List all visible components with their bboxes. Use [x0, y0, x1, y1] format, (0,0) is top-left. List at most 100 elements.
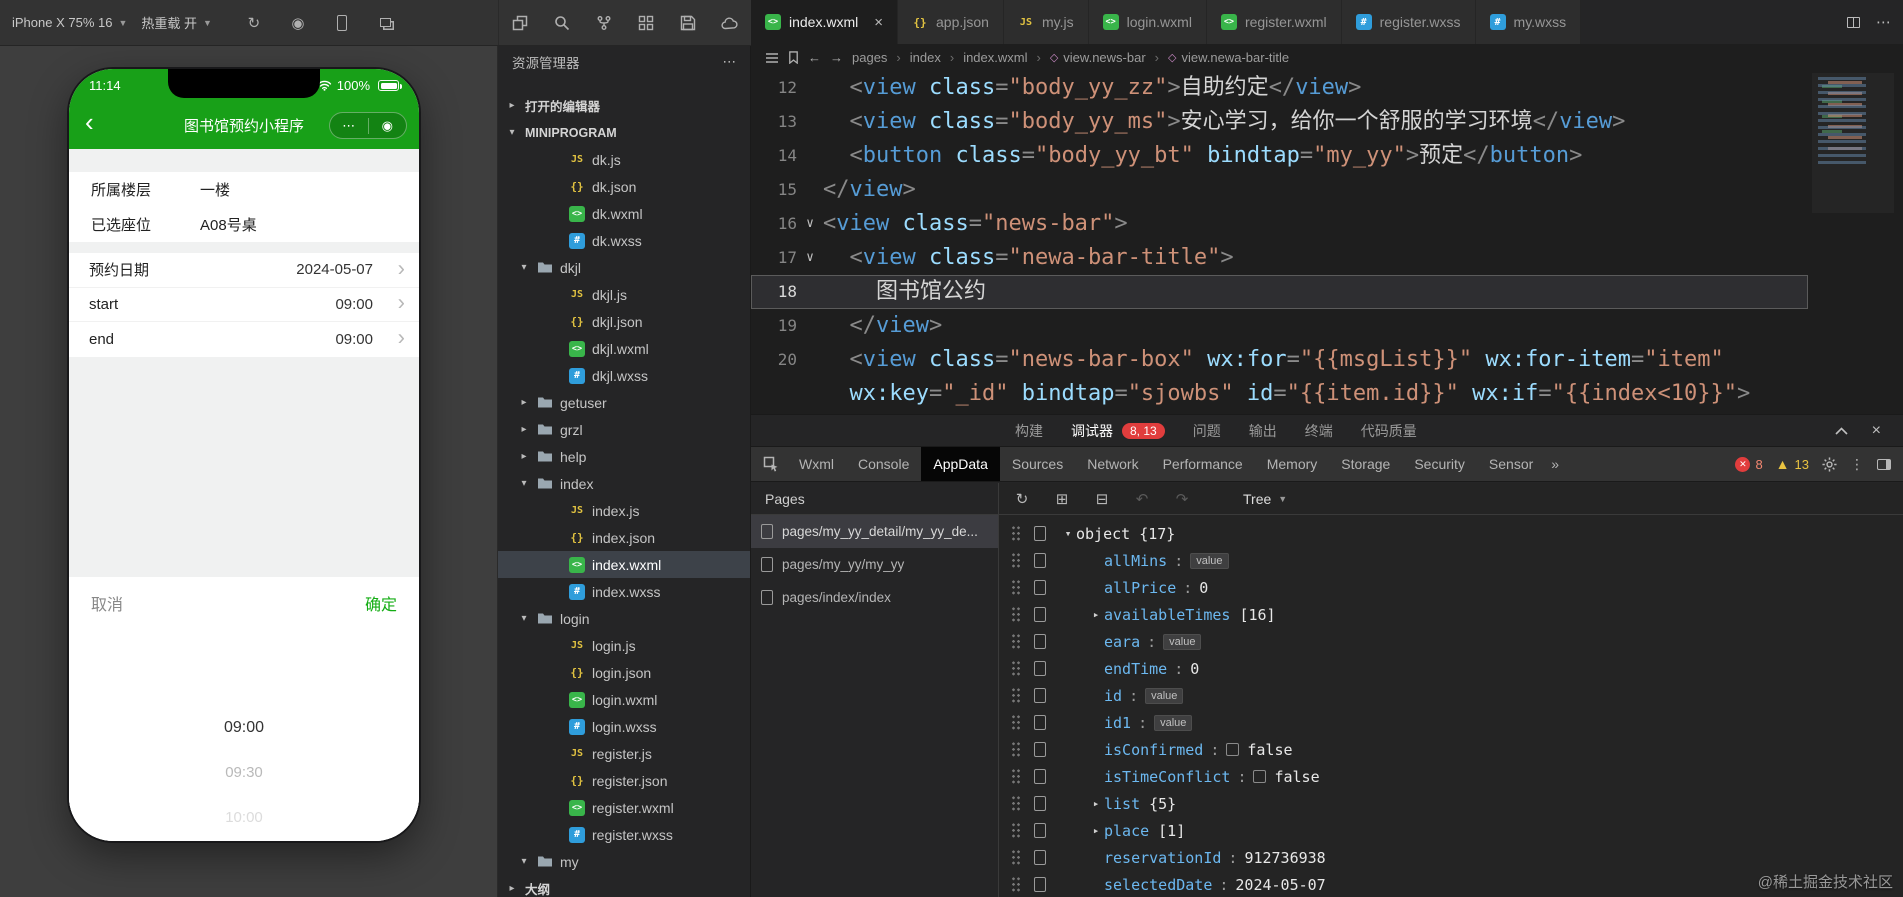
file-item-index.wxml[interactable]: <> index.wxml — [498, 551, 750, 578]
devtools-tab-Network[interactable]: Network — [1075, 447, 1150, 481]
file-item-dkjl.json[interactable]: {} dkjl.json — [498, 308, 750, 335]
breadcrumb-item-index.wxml[interactable]: index.wxml — [963, 50, 1027, 65]
branch-icon[interactable] — [594, 13, 614, 33]
devtools-tab-Memory[interactable]: Memory — [1255, 447, 1330, 481]
drag-handle-icon[interactable] — [1011, 687, 1021, 704]
undo-icon[interactable]: ↶ — [1133, 490, 1151, 508]
expand-node-icon[interactable]: ▸ — [1088, 824, 1104, 837]
folder-item-getuser[interactable]: ▸ getuser — [498, 389, 750, 416]
appdata-row-id1[interactable]: id1: value — [999, 709, 1903, 736]
page-item[interactable]: pages/my_yy/my_yy — [751, 548, 998, 581]
drag-handle-icon[interactable] — [1011, 714, 1021, 731]
more-tabs-icon[interactable]: » — [1551, 456, 1559, 472]
record-icon[interactable]: ◉ — [288, 13, 308, 33]
collapse-icon[interactable]: ▾ — [518, 613, 530, 624]
checkbox[interactable] — [1253, 770, 1267, 783]
drag-handle-icon[interactable] — [1011, 849, 1021, 866]
outline-list-icon[interactable] — [765, 52, 779, 64]
file-item-register.json[interactable]: {} register.json — [498, 767, 750, 794]
file-item-dk.wxss[interactable]: # dk.wxss — [498, 227, 750, 254]
section-MINIPROGRAM[interactable]: ▾ MINIPROGRAM — [498, 119, 750, 146]
file-item-dkjl.wxss[interactable]: # dkjl.wxss — [498, 362, 750, 389]
expand-icon[interactable]: ▸ — [518, 424, 530, 435]
expand-icon[interactable]: ▸ — [506, 100, 518, 111]
drag-handle-icon[interactable] — [1011, 822, 1021, 839]
appdata-row-endTime[interactable]: endTime:0 — [999, 655, 1903, 682]
split-editor-icon[interactable] — [1847, 16, 1860, 28]
minimize-target-icon[interactable]: ◉ — [369, 113, 407, 138]
devtools-tab-Storage[interactable]: Storage — [1329, 447, 1402, 481]
tab-login.wxml[interactable]: <> login.wxml — [1088, 0, 1207, 44]
multi-window-icon[interactable] — [376, 13, 396, 33]
tab-register.wxss[interactable]: # register.wxss — [1341, 0, 1476, 44]
breadcrumb-item-index[interactable]: index — [910, 50, 941, 65]
drag-handle-icon[interactable] — [1011, 606, 1021, 623]
folder-item-grzl[interactable]: ▸ grzl — [498, 416, 750, 443]
devtools-tab-Console[interactable]: Console — [846, 447, 921, 481]
appdata-row-reservationId[interactable]: reservationId:912736938 — [999, 844, 1903, 871]
folder-item-dkjl[interactable]: ▾ dkjl — [498, 254, 750, 281]
picker-option-09:30[interactable]: 09:30 — [69, 750, 419, 795]
warning-icon[interactable]: ▲ — [1776, 456, 1790, 472]
device-selector[interactable]: iPhone X 75% 16 ▼ — [12, 15, 127, 30]
drag-handle-icon[interactable] — [1011, 795, 1021, 812]
close-panel-icon[interactable]: × — [1872, 422, 1881, 440]
section-大纲[interactable]: ▸ 大纲 — [498, 875, 750, 897]
file-item-login.wxss[interactable]: # login.wxss — [498, 713, 750, 740]
picker-option-09:00[interactable]: 09:00 — [69, 705, 419, 750]
phone-icon[interactable] — [332, 13, 352, 33]
file-item-dk.js[interactable]: JS dk.js — [498, 146, 750, 173]
fold-icon[interactable]: ∨ — [797, 241, 823, 275]
devtools-tab-Performance[interactable]: Performance — [1151, 447, 1255, 481]
collapse-icon[interactable]: ▾ — [518, 856, 530, 867]
panel-tab-构建[interactable]: 构建 — [1015, 421, 1043, 441]
panel-tab-调试器[interactable]: 调试器 8, 13 — [1071, 421, 1165, 441]
collapse-icon[interactable]: ▾ — [506, 127, 518, 138]
appdata-row-availableTimes[interactable]: ▸ availableTimes [16] — [999, 601, 1903, 628]
code-line-13[interactable]: 13 <view class="body_yy_ms">安心学习，给你一个舒服的… — [751, 105, 1903, 139]
panel-tab-代码质量[interactable]: 代码质量 — [1361, 421, 1417, 441]
collapse-node-icon[interactable]: ▾ — [1060, 527, 1076, 540]
expand-node-icon[interactable]: ▸ — [1088, 608, 1104, 621]
drag-handle-icon[interactable] — [1011, 876, 1021, 893]
drag-handle-icon[interactable] — [1011, 525, 1021, 542]
drag-handle-icon[interactable] — [1011, 579, 1021, 596]
file-item-login.js[interactable]: JS login.js — [498, 632, 750, 659]
collapse-icon[interactable]: ▾ — [518, 478, 530, 489]
tab-index.wxml[interactable]: <> index.wxml × — [751, 0, 899, 44]
redo-icon[interactable]: ↷ — [1173, 490, 1191, 508]
dock-side-icon[interactable] — [1877, 458, 1891, 470]
code-line-12[interactable]: 12 <view class="body_yy_zz">自助约定</view> — [751, 71, 1903, 105]
tab-app.json[interactable]: {} app.json — [898, 0, 1004, 44]
back-icon[interactable]: ‹ — [85, 102, 94, 142]
explorer-more-icon[interactable]: ⋯ — [723, 54, 737, 70]
appdata-row-list[interactable]: ▸ list {5} — [999, 790, 1903, 817]
code-line-19[interactable]: 19 </view> — [751, 309, 1903, 343]
file-item-register.js[interactable]: JS register.js — [498, 740, 750, 767]
collapse-icon[interactable]: ▾ — [518, 262, 530, 273]
devtools-tab-Security[interactable]: Security — [1402, 447, 1477, 481]
appdata-row-isConfirmed[interactable]: isConfirmed: false — [999, 736, 1903, 763]
devtools-tab-Wxml[interactable]: Wxml — [787, 447, 846, 481]
form-row-end[interactable]: end 09:00 › — [69, 322, 419, 357]
kebab-menu-icon[interactable]: ⋮ — [1850, 456, 1864, 473]
appdata-row-place[interactable]: ▸ place [1] — [999, 817, 1903, 844]
expand-all-icon[interactable]: ⊞ — [1053, 490, 1071, 508]
breadcrumb-item-view.newa-bar-title[interactable]: ◇ view.newa-bar-title — [1168, 50, 1289, 65]
file-item-register.wxml[interactable]: <> register.wxml — [498, 794, 750, 821]
code-line-17[interactable]: 17 ∨ <view class="newa-bar-title"> — [751, 241, 1903, 275]
back-arrow-icon[interactable]: ← — [808, 50, 821, 65]
folder-item-index[interactable]: ▾ index — [498, 470, 750, 497]
drag-handle-icon[interactable] — [1011, 660, 1021, 677]
tab-register.wxml[interactable]: <> register.wxml — [1206, 0, 1342, 44]
fold-icon[interactable]: ∨ — [797, 207, 823, 241]
appdata-row-eara[interactable]: eara: value — [999, 628, 1903, 655]
file-item-register.wxss[interactable]: # register.wxss — [498, 821, 750, 848]
more-icon[interactable]: ⋯ — [330, 113, 368, 138]
devtools-tab-Sources[interactable]: Sources — [1000, 447, 1075, 481]
capsule-menu[interactable]: ⋯ ◉ — [329, 112, 407, 139]
forward-arrow-icon[interactable]: → — [830, 50, 843, 65]
devtools-tab-Sensor[interactable]: Sensor — [1477, 447, 1545, 481]
code-editor[interactable]: 12 <view class="body_yy_zz">自助约定</view> 1… — [751, 71, 1903, 414]
file-item-login.json[interactable]: {} login.json — [498, 659, 750, 686]
